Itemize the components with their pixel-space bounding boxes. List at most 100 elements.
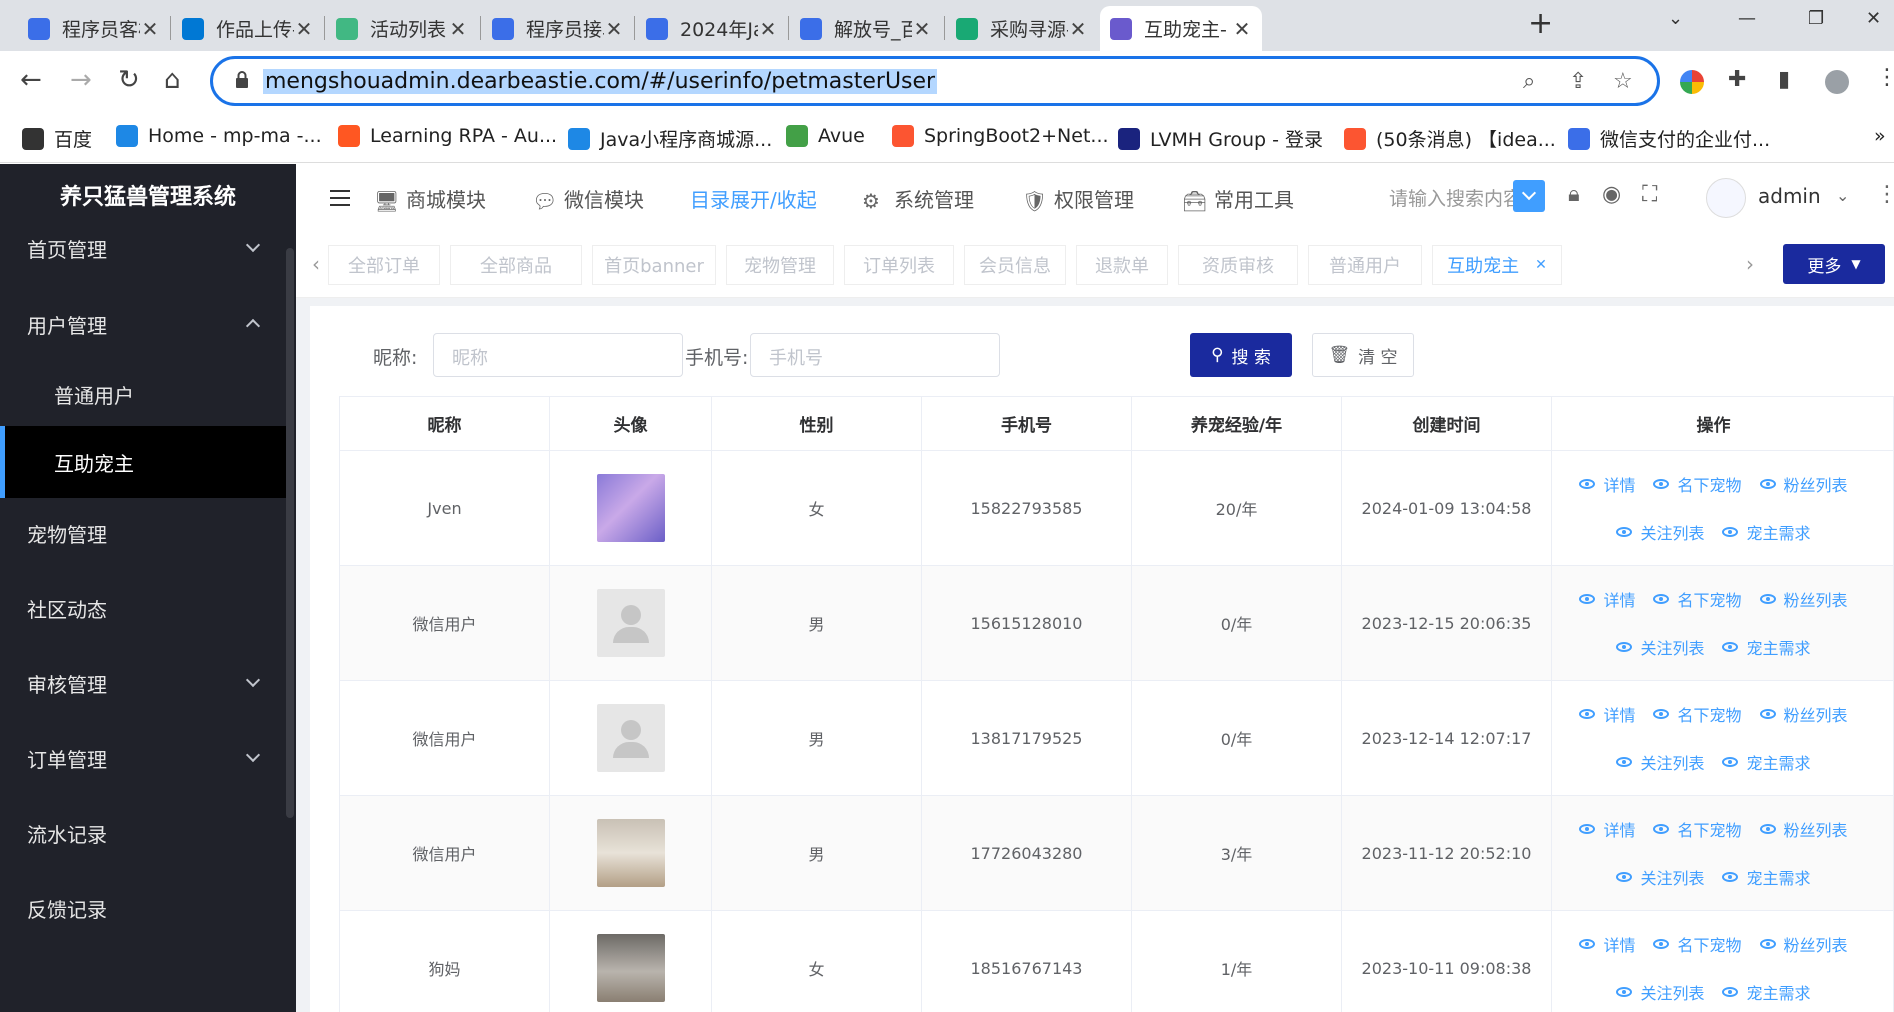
home-icon[interactable]: ⌂: [164, 65, 181, 95]
tag-item[interactable]: 会员信息: [964, 245, 1066, 285]
tags-next-icon[interactable]: ›: [1746, 252, 1754, 276]
action-link[interactable]: 粉丝列表: [1759, 932, 1848, 956]
header-nav-item[interactable]: 目录展开/收起: [690, 184, 817, 213]
nickname-input[interactable]: 昵称: [433, 333, 683, 377]
close-icon[interactable]: ✕: [294, 17, 314, 41]
clear-button[interactable]: 🗑︎ 清 空: [1312, 333, 1414, 377]
bookmark-item[interactable]: Avue: [786, 125, 865, 147]
browser-tab[interactable]: 程序员接单✕: [482, 6, 634, 51]
action-link[interactable]: 详情: [1579, 817, 1635, 841]
bookmark-item[interactable]: Java小程序商城源...: [568, 125, 772, 152]
close-icon[interactable]: ✕: [140, 17, 160, 41]
tag-item[interactable]: 全部商品: [450, 245, 582, 285]
tag-item[interactable]: 退款单: [1076, 245, 1168, 285]
action-link[interactable]: 宠主需求: [1722, 635, 1811, 659]
bookmark-item[interactable]: LVMH Group - 登录: [1118, 125, 1323, 152]
action-link[interactable]: 名下宠物: [1653, 472, 1742, 496]
sidebar-item[interactable]: 流水记录: [0, 797, 286, 869]
restore-icon[interactable]: ❐: [1808, 8, 1824, 29]
browser-tab[interactable]: 采购寻源- ✕: [946, 6, 1098, 51]
header-nav-item[interactable]: ⚙︎ 系统管理: [862, 184, 974, 213]
browser-tab[interactable]: 解放号_百 ✕: [790, 6, 942, 51]
zoom-icon[interactable]: ⌕: [1523, 69, 1535, 94]
action-link[interactable]: 宠主需求: [1722, 520, 1811, 544]
sidebar-item[interactable]: 首页管理: [0, 212, 286, 284]
avatar[interactable]: [596, 589, 665, 657]
avatar[interactable]: [596, 704, 665, 772]
tag-item[interactable]: 资质审核: [1178, 245, 1298, 285]
tag-item[interactable]: 订单列表: [844, 245, 954, 285]
sidebar-item[interactable]: 互助宠主: [0, 426, 286, 498]
window-close-icon[interactable]: ✕: [1866, 8, 1881, 29]
sidebar-item[interactable]: 宠物管理: [0, 497, 286, 569]
more-button[interactable]: 更多 ▼: [1783, 244, 1885, 284]
browser-tab[interactable]: 互助宠主- ✕: [1100, 6, 1262, 51]
bookmark-item[interactable]: 微信支付的企业付...: [1568, 125, 1770, 152]
avatar[interactable]: [596, 819, 665, 887]
sidepanel-icon[interactable]: ▮: [1778, 67, 1790, 92]
sidebar-item[interactable]: 审核管理: [0, 647, 286, 719]
action-link[interactable]: 名下宠物: [1653, 702, 1742, 726]
bookmark-item[interactable]: 百度: [22, 125, 92, 152]
profile-icon[interactable]: [1825, 70, 1849, 94]
close-icon[interactable]: ✕: [604, 17, 624, 41]
search-dropdown-button[interactable]: [1513, 180, 1545, 212]
sidebar-item[interactable]: 用户管理: [0, 288, 286, 360]
avatar[interactable]: [596, 934, 665, 1002]
username[interactable]: admin: [1758, 184, 1821, 208]
sidebar-item[interactable]: 普通用户: [0, 358, 286, 430]
action-link[interactable]: 详情: [1579, 702, 1635, 726]
close-icon[interactable]: ✕: [912, 17, 932, 41]
action-link[interactable]: 粉丝列表: [1759, 472, 1848, 496]
action-link[interactable]: 名下宠物: [1653, 932, 1742, 956]
bookmark-star-icon[interactable]: ☆: [1613, 69, 1633, 94]
share-icon[interactable]: ⇪: [1569, 69, 1587, 94]
browser-tab[interactable]: 程序员客栈✕: [18, 6, 170, 51]
bookmark-item[interactable]: (50条消息) 【idea...: [1344, 125, 1556, 152]
close-icon[interactable]: ✕: [448, 17, 468, 41]
bookmark-item[interactable]: Home - mp-ma -...: [116, 125, 322, 147]
tag-item[interactable]: 普通用户: [1308, 245, 1422, 285]
close-icon[interactable]: ✕: [758, 17, 778, 41]
action-link[interactable]: 宠主需求: [1722, 865, 1811, 889]
action-link[interactable]: 粉丝列表: [1759, 817, 1848, 841]
bookmark-item[interactable]: Learning RPA - Au...: [338, 125, 557, 147]
forward-icon[interactable]: →: [70, 65, 92, 95]
header-search-input[interactable]: 请输入搜索内容: [1389, 184, 1522, 211]
menu-dots-icon[interactable]: ⋮: [1876, 65, 1894, 90]
tag-item[interactable]: 互助宠主 ✕: [1432, 245, 1562, 285]
phone-input[interactable]: 手机号: [750, 333, 1000, 377]
new-tab-icon[interactable]: +: [1528, 6, 1553, 41]
sidebar-item[interactable]: 社区动态: [0, 572, 286, 644]
action-link[interactable]: 粉丝列表: [1759, 702, 1848, 726]
browser-tab[interactable]: 作品上传- ✕: [172, 6, 324, 51]
close-icon[interactable]: ✕: [1535, 257, 1547, 273]
extension-icon[interactable]: [1680, 70, 1704, 94]
action-link[interactable]: 详情: [1579, 932, 1635, 956]
reload-icon[interactable]: ↻: [118, 65, 140, 95]
bookmarks-overflow-icon[interactable]: »: [1874, 125, 1886, 147]
action-link[interactable]: 关注列表: [1616, 520, 1704, 544]
sidebar-item[interactable]: 反馈记录: [0, 872, 286, 944]
action-link[interactable]: 宠主需求: [1722, 750, 1811, 774]
tab-search-icon[interactable]: ⌄: [1668, 8, 1683, 29]
eye-icon[interactable]: ◉: [1602, 182, 1621, 207]
header-nav-item[interactable]: 🖥︎ 商城模块: [374, 184, 486, 213]
sidebar-scrollbar[interactable]: [286, 248, 294, 818]
action-link[interactable]: 粉丝列表: [1759, 587, 1848, 611]
avatar[interactable]: [1706, 178, 1746, 218]
sidebar-item[interactable]: 订单管理: [0, 722, 286, 794]
search-button[interactable]: ⚲ 搜 索: [1190, 333, 1292, 377]
action-link[interactable]: 关注列表: [1616, 980, 1704, 1004]
action-link[interactable]: 关注列表: [1616, 750, 1704, 774]
close-icon[interactable]: ✕: [1068, 17, 1088, 41]
action-link[interactable]: 详情: [1579, 587, 1635, 611]
avatar[interactable]: [596, 474, 665, 542]
hamburger-icon[interactable]: [330, 190, 350, 206]
header-nav-item[interactable]: 🛡︎ 权限管理: [1022, 184, 1134, 213]
tags-prev-icon[interactable]: ‹: [312, 252, 320, 276]
action-link[interactable]: 宠主需求: [1722, 980, 1811, 1004]
minimize-icon[interactable]: —: [1738, 8, 1756, 29]
action-link[interactable]: 名下宠物: [1653, 587, 1742, 611]
tag-item[interactable]: 首页banner: [592, 245, 716, 285]
